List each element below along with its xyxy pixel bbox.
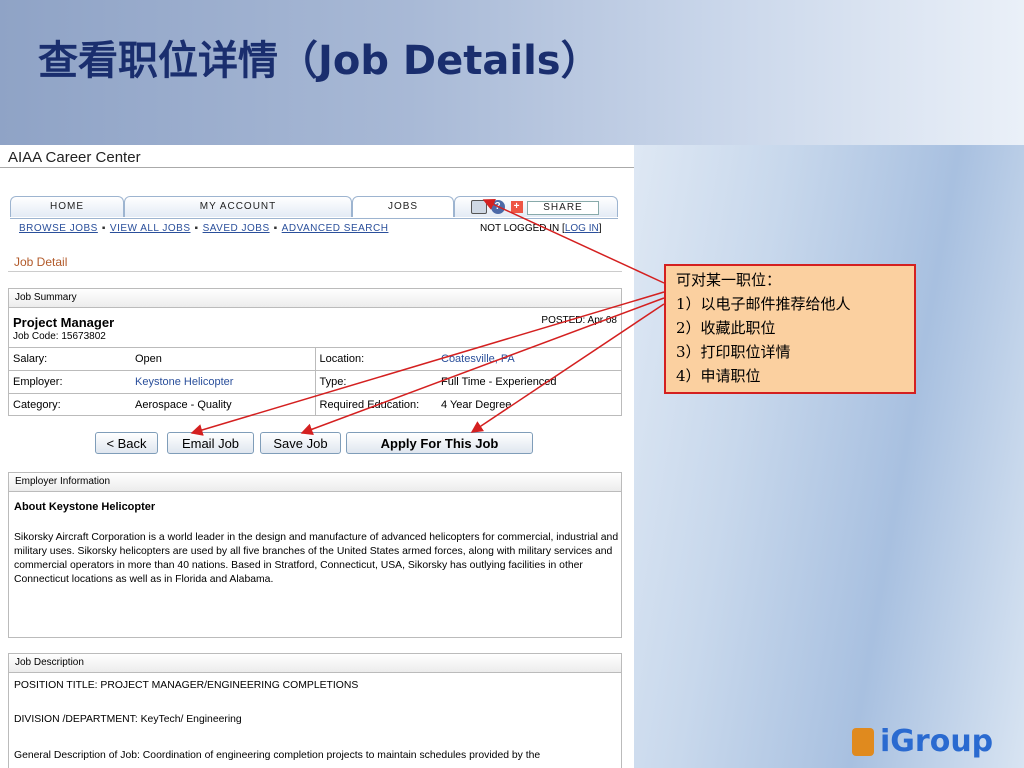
annotation-arrows [190, 198, 665, 436]
igroup-logo: iGroup [880, 724, 994, 759]
arrow-to-print [482, 198, 665, 284]
arrow-to-apply [470, 303, 665, 433]
arrow-to-email [190, 291, 665, 436]
igroup-logo-icon [852, 728, 874, 756]
arrow-to-save [300, 297, 665, 435]
